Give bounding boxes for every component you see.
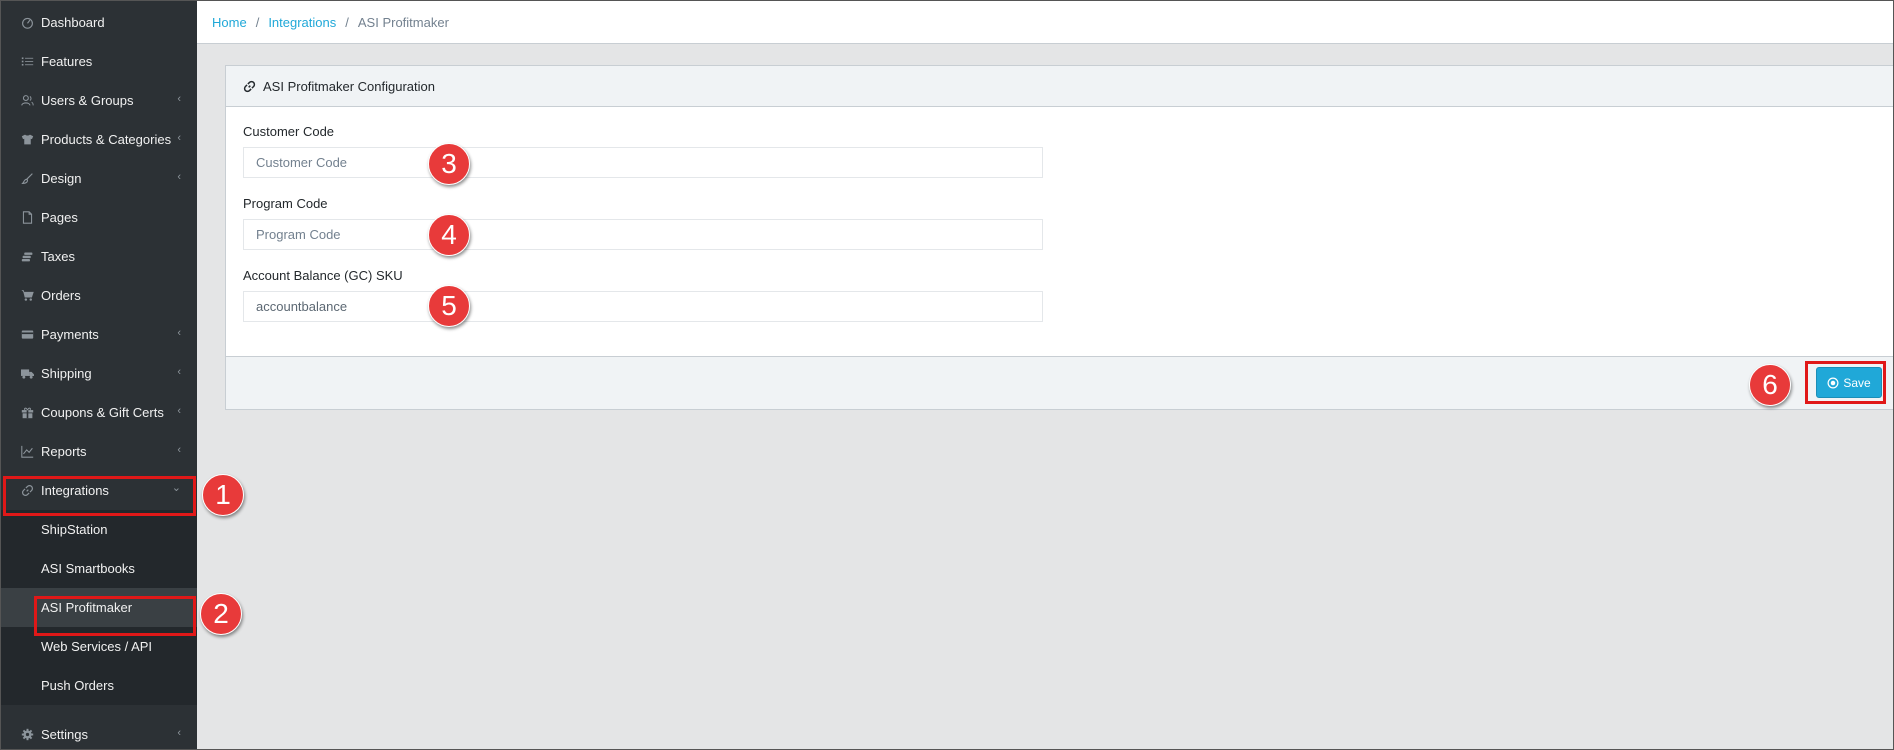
chevron-left-icon: ‹ xyxy=(177,171,181,183)
sidebar-subitem-asi-smartbooks[interactable]: ASI Smartbooks xyxy=(1,549,197,588)
sidebar-item-coupons-gift-certs[interactable]: Coupons & Gift Certs ‹ xyxy=(1,393,197,432)
sidebar-item-label: Orders xyxy=(41,288,81,303)
sidebar: Dashboard Features Users & Groups ‹ Prod… xyxy=(1,1,197,749)
account-balance-sku-label: Account Balance (GC) SKU xyxy=(243,268,403,283)
sidebar-subitem-label: ShipStation xyxy=(41,522,108,537)
sidebar-item-pages[interactable]: Pages xyxy=(1,198,197,237)
account-balance-sku-input[interactable] xyxy=(243,291,1043,322)
sidebar-item-payments[interactable]: Payments ‹ xyxy=(1,315,197,354)
step-badge-6: 6 xyxy=(1749,364,1791,406)
brush-icon xyxy=(20,172,34,186)
sidebar-subitem-label: ASI Smartbooks xyxy=(41,561,135,576)
sidebar-item-label: Shipping xyxy=(41,366,92,381)
sidebar-item-label: Coupons & Gift Certs xyxy=(41,405,164,420)
sidebar-item-label: Settings xyxy=(41,727,88,742)
gift-icon xyxy=(20,406,34,420)
program-code-input[interactable] xyxy=(243,219,1043,250)
step-badge-3: 3 xyxy=(428,143,470,185)
credit-card-icon xyxy=(20,328,34,342)
dashboard-icon xyxy=(20,16,34,30)
step-badge-1: 1 xyxy=(202,474,244,516)
chevron-left-icon: ‹ xyxy=(177,366,181,378)
highlight-save-button xyxy=(1805,361,1886,404)
app-frame: Dashboard Features Users & Groups ‹ Prod… xyxy=(0,0,1894,750)
sidebar-item-shipping[interactable]: Shipping ‹ xyxy=(1,354,197,393)
sidebar-subitem-label: Web Services / API xyxy=(41,639,153,654)
truck-icon xyxy=(20,367,34,381)
sidebar-item-dashboard[interactable]: Dashboard xyxy=(1,3,197,42)
list-icon xyxy=(20,55,34,69)
chart-icon xyxy=(20,445,34,459)
card-header: ASI Profitmaker Configuration xyxy=(226,66,1893,107)
sidebar-item-label: Design xyxy=(41,171,82,186)
sidebar-item-label: Taxes xyxy=(41,249,75,264)
sidebar-item-features[interactable]: Features xyxy=(1,42,197,81)
tshirt-icon xyxy=(20,133,34,147)
sidebar-item-label: Products & Categories xyxy=(41,132,172,147)
main-content: Home / Integrations / ASI Profitmaker AS… xyxy=(197,1,1893,749)
highlight-integrations xyxy=(3,476,196,516)
customer-code-input[interactable] xyxy=(243,147,1043,178)
program-code-label: Program Code xyxy=(243,196,328,211)
sidebar-item-label: Payments xyxy=(41,327,99,342)
chevron-left-icon: ‹ xyxy=(177,405,181,417)
sidebar-item-settings[interactable]: Settings ‹ xyxy=(1,715,197,749)
sidebar-item-users-groups[interactable]: Users & Groups ‹ xyxy=(1,81,197,120)
gear-icon xyxy=(20,728,34,742)
breadcrumb-home[interactable]: Home xyxy=(212,15,247,30)
breadcrumb: Home / Integrations / ASI Profitmaker xyxy=(197,1,1893,44)
chevron-left-icon: ‹ xyxy=(177,93,181,105)
sidebar-subitem-push-orders[interactable]: Push Orders xyxy=(1,666,197,705)
card-body: Customer Code Program Code Account Balan… xyxy=(226,107,1893,359)
sidebar-subitem-label: Push Orders xyxy=(41,678,114,693)
card-title: ASI Profitmaker Configuration xyxy=(263,78,435,94)
step-badge-4: 4 xyxy=(428,214,470,256)
sidebar-item-label: Dashboard xyxy=(41,15,105,30)
link-icon xyxy=(243,80,256,93)
customer-code-label: Customer Code xyxy=(243,124,335,139)
coins-icon xyxy=(20,250,34,264)
cart-icon xyxy=(20,289,34,303)
highlight-asi-profitmaker xyxy=(34,596,196,636)
chevron-left-icon: ‹ xyxy=(177,327,181,339)
chevron-left-icon: ‹ xyxy=(177,444,181,456)
step-badge-5: 5 xyxy=(428,285,470,327)
sidebar-item-design[interactable]: Design ‹ xyxy=(1,159,197,198)
users-icon xyxy=(20,94,34,108)
sidebar-item-orders[interactable]: Orders xyxy=(1,276,197,315)
chevron-left-icon: ‹ xyxy=(177,727,181,739)
sidebar-item-label: Pages xyxy=(41,210,78,225)
breadcrumb-current: ASI Profitmaker xyxy=(357,14,449,30)
page-icon xyxy=(20,211,34,225)
sidebar-item-label: Reports xyxy=(41,444,87,459)
breadcrumb-integrations[interactable]: Integrations xyxy=(268,15,336,30)
breadcrumb-separator: / xyxy=(345,14,349,30)
sidebar-item-label: Features xyxy=(41,54,93,69)
step-badge-2: 2 xyxy=(200,593,242,635)
sidebar-item-taxes[interactable]: Taxes xyxy=(1,237,197,276)
config-card: ASI Profitmaker Configuration Customer C… xyxy=(225,65,1893,410)
chevron-left-icon: ‹ xyxy=(177,132,181,144)
breadcrumb-separator: / xyxy=(255,14,260,30)
card-footer: Save xyxy=(226,356,1893,409)
sidebar-item-label: Users & Groups xyxy=(41,93,134,108)
sidebar-item-reports[interactable]: Reports ‹ xyxy=(1,432,197,471)
sidebar-item-products-categories[interactable]: Products & Categories ‹ xyxy=(1,120,197,159)
